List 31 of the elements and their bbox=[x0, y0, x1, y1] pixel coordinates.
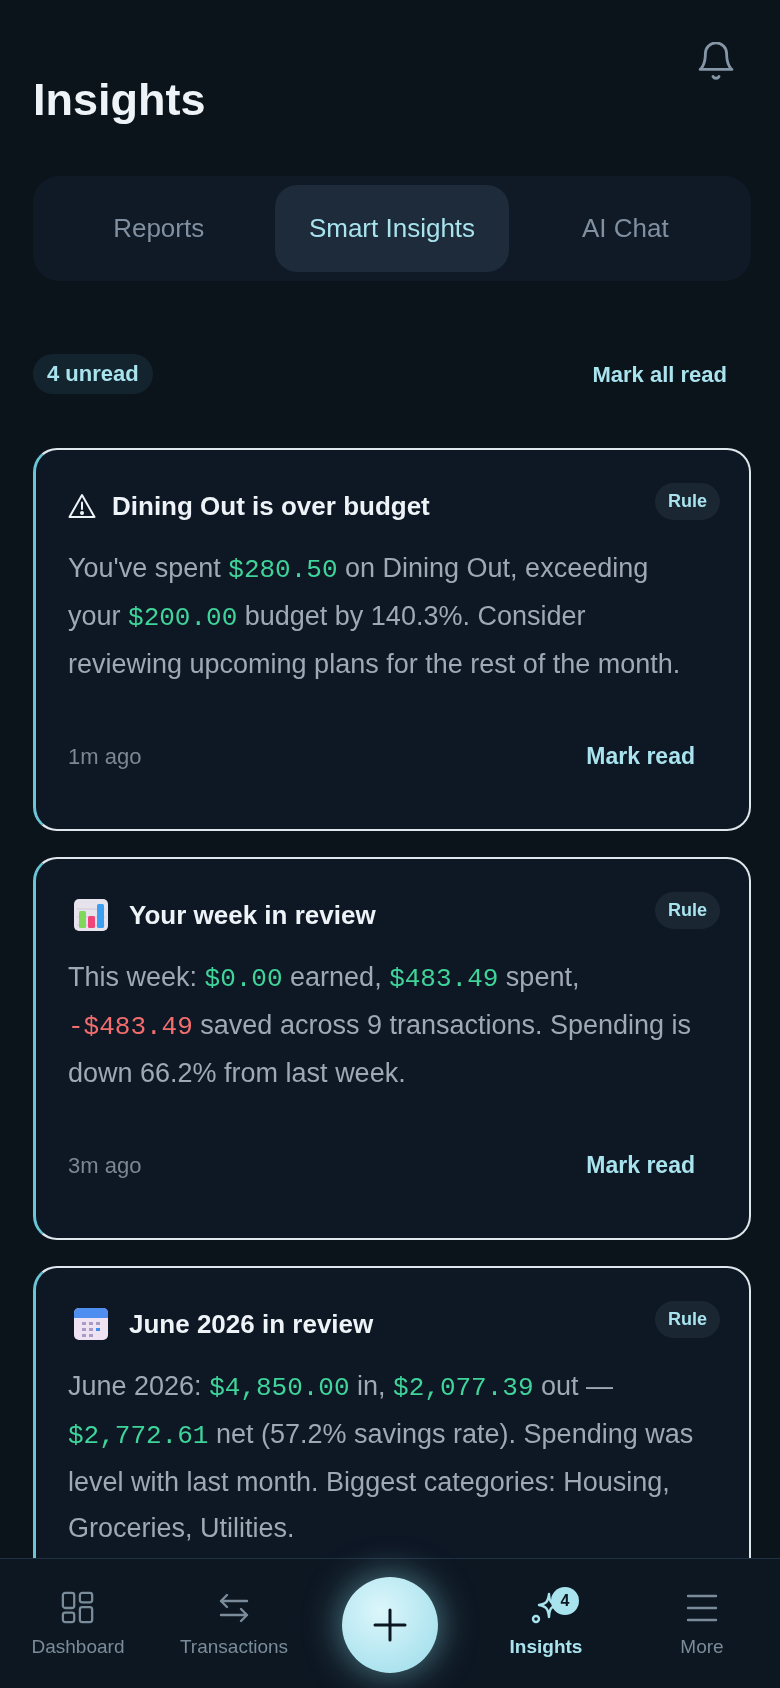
card-title: Dining Out is over budget bbox=[112, 489, 430, 523]
calendar-icon bbox=[74, 1308, 108, 1340]
count-badge: 4 bbox=[551, 1587, 579, 1615]
tab[interactable]: Reports bbox=[42, 185, 276, 272]
swap-arrows-icon bbox=[217, 1591, 251, 1625]
card-body: June 2026: $4,850.00 in, $2,077.39 out — $2,772.61 net (57.2% savings rate). Spending was level with last month. Biggest categories: Housing, Groceries, Utilities. bbox=[68, 1370, 695, 1545]
mark-read-link[interactable]: Mark read bbox=[561, 734, 720, 778]
page-title: Insights bbox=[33, 74, 206, 126]
timestamp: 1m ago bbox=[68, 742, 142, 771]
plus-icon bbox=[373, 1608, 407, 1642]
mark-read-link[interactable]: Mark read bbox=[561, 1143, 720, 1187]
warning-icon bbox=[68, 493, 96, 519]
unread-badge: 4 unread bbox=[33, 354, 153, 394]
tab[interactable]: Smart Insights bbox=[275, 185, 509, 272]
nav-item[interactable]: Transactions bbox=[179, 1591, 289, 1659]
nav-item[interactable]: Dashboard bbox=[31, 1591, 125, 1659]
rule-tag: Rule bbox=[655, 1301, 720, 1338]
card-body: This week: $0.00 earned, $483.49 spent, -$483.49 saved across 9 transactions. Spending is down 66.2% from last week. bbox=[68, 961, 693, 1090]
card-title: Your week in review bbox=[129, 898, 376, 932]
rule-tag: Rule bbox=[655, 483, 720, 520]
card-title: June 2026 in review bbox=[129, 1307, 374, 1341]
bar-chart-icon bbox=[74, 899, 108, 931]
rule-tag: Rule bbox=[655, 892, 720, 929]
timestamp: 3m ago bbox=[68, 1151, 142, 1180]
tab[interactable]: AI Chat bbox=[508, 185, 742, 272]
bell-icon[interactable] bbox=[698, 42, 734, 80]
nav-item[interactable]: More bbox=[680, 1591, 724, 1659]
grid-icon bbox=[61, 1591, 95, 1625]
mark-all-read-link[interactable]: Mark all read bbox=[568, 354, 751, 394]
add-button[interactable] bbox=[342, 1577, 438, 1673]
card-body: You've spent $280.50 on Dining Out, exceeding your $200.00 budget by 140.3%. Consider reviewing upcoming plans for the rest of the month. bbox=[68, 552, 682, 681]
